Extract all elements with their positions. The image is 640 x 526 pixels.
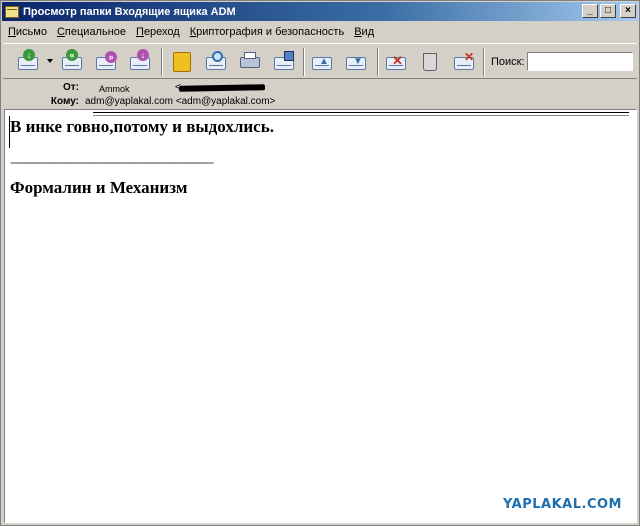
from-name[interactable]: Ammok <box>99 84 130 94</box>
menu-view[interactable]: Вид <box>349 26 379 38</box>
site-watermark: YAPLAKAL.COM <box>503 497 622 512</box>
menu-message[interactable]: Письмо <box>3 26 52 38</box>
menu-special[interactable]: Специальное <box>52 26 131 38</box>
to-value[interactable]: adm@yaplakal.com <adm@yaplakal.com> <box>85 96 275 107</box>
toolbar-separator <box>161 48 163 76</box>
find-button[interactable] <box>203 48 229 74</box>
to-label: Кому: <box>50 96 79 107</box>
search-label: Поиск: <box>491 56 525 68</box>
maximize-button[interactable]: □ <box>600 4 616 18</box>
address-book-icon <box>173 52 191 72</box>
menu-bar: Письмо Специальное Переход Криптография … <box>3 23 379 41</box>
window-title: Просмотр папки Входящие ящика ADM <box>23 5 236 18</box>
mark-button[interactable]: ✕ <box>383 48 409 74</box>
chevron-down-icon[interactable] <box>47 59 53 63</box>
menu-crypto[interactable]: Криптография и безопасность <box>185 26 349 38</box>
send-button[interactable]: ↓ <box>127 48 153 74</box>
message-separator: ----------------------------------------… <box>10 154 214 169</box>
toolbar-separator <box>377 48 379 76</box>
folder-icon <box>5 5 19 18</box>
header-divider <box>93 112 629 113</box>
get-mail-button[interactable]: ↓ <box>15 48 41 74</box>
delete-button[interactable]: ✕ <box>451 48 477 74</box>
address-book-button[interactable] <box>169 48 195 74</box>
close-button[interactable]: × <box>620 4 636 18</box>
forward-button[interactable]: » <box>93 48 119 74</box>
from-label: От: <box>62 82 79 93</box>
message-body[interactable]: В инке говно,потому и выдохлись. -------… <box>4 109 637 523</box>
save-button[interactable] <box>271 48 297 74</box>
trash-icon <box>423 53 437 71</box>
window-controls: _ □ × <box>582 4 636 18</box>
trash-button[interactable] <box>417 48 443 74</box>
message-signature: Формалин и Механизм <box>10 178 188 197</box>
toolbar: ↓ « » ↓ ▲ ▼ ✕ ✕ Поиск: <box>3 43 637 79</box>
mail-window: Просмотр папки Входящие ящика ADM _ □ × … <box>0 0 640 526</box>
print-button[interactable] <box>237 48 263 74</box>
toolbar-separator <box>303 48 305 76</box>
toolbar-separator <box>483 48 485 76</box>
menu-go[interactable]: Переход <box>131 26 185 38</box>
header-divider <box>93 115 629 116</box>
title-bar[interactable]: Просмотр папки Входящие ящика ADM _ □ × <box>2 2 638 21</box>
next-button[interactable]: ▼ <box>343 48 369 74</box>
previous-button[interactable]: ▲ <box>309 48 335 74</box>
search-input[interactable] <box>527 52 633 71</box>
reply-button[interactable]: « <box>59 48 85 74</box>
message-line: В инке говно,потому и выдохлись. <box>10 117 274 136</box>
minimize-button[interactable]: _ <box>582 4 598 18</box>
message-headers: От: Ammok < Кому: adm@yaplakal.com <adm@… <box>3 80 637 108</box>
